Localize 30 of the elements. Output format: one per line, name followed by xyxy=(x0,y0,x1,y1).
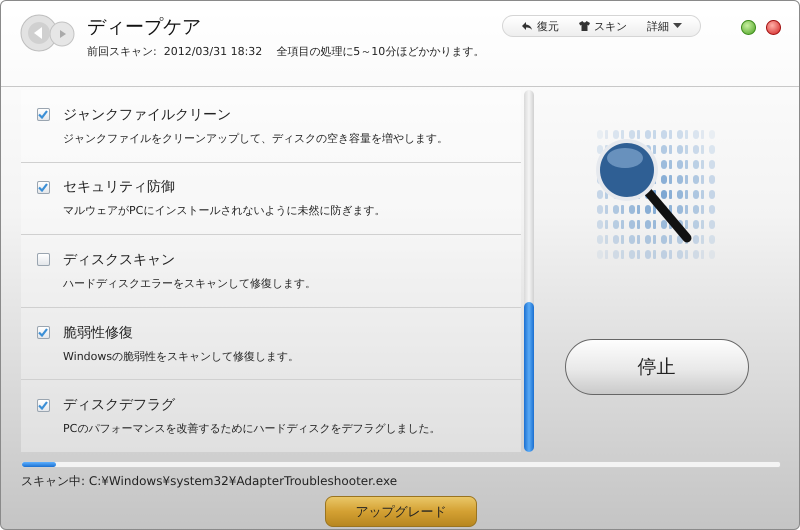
item-title: ディスクスキャン xyxy=(63,250,176,269)
checkbox[interactable] xyxy=(36,108,50,122)
item-title: 脆弱性修復 xyxy=(63,324,134,342)
scan-status-text: スキャン中: C:¥Windows¥system32¥AdapterTroubleshooter.exe xyxy=(21,473,398,490)
last-scan-text: 前回スキャン: 2012/03/31 18:32 全項目の処理に5～10分ほどかかります。 xyxy=(87,44,484,59)
checkbox[interactable] xyxy=(36,253,50,266)
item-title: ディスクデフラグ xyxy=(63,396,176,414)
item-title: セキュリティ防御 xyxy=(63,178,176,196)
checkbox[interactable] xyxy=(36,326,50,340)
stop-button[interactable]: 停止 xyxy=(564,339,748,395)
close-button[interactable] xyxy=(766,20,781,35)
item-title: ジャンクファイルクリーン xyxy=(63,106,232,124)
restore-button[interactable]: 復元 xyxy=(513,18,567,34)
item-description: マルウェアがPCにインストールされないように未然に防ぎます。 xyxy=(63,203,386,218)
shirt-icon xyxy=(579,21,590,31)
dropdown-caret-icon xyxy=(673,23,682,29)
item-description: ハードディスクエラーをスキャンして修復します。 xyxy=(63,276,317,291)
scrollbar[interactable] xyxy=(524,90,534,452)
undo-arrow-icon xyxy=(521,21,533,31)
checkbox[interactable] xyxy=(36,180,50,194)
item-description: PCのパフォーマンスを改善するためにハードディスクをデフラグしました。 xyxy=(63,421,442,436)
details-menu-button[interactable]: 詳細 xyxy=(639,18,690,34)
checkbox[interactable] xyxy=(36,398,50,412)
skin-button[interactable]: スキン xyxy=(571,18,635,34)
back-forward-icon[interactable] xyxy=(19,13,77,53)
window-title: ディープケア xyxy=(87,15,202,40)
minimize-button[interactable] xyxy=(741,20,756,35)
item-description: ジャンクファイルをクリーンアップして、ディスクの空き容量を増やします。 xyxy=(63,130,449,146)
upgrade-button[interactable]: アップグレード xyxy=(325,496,477,527)
item-description: Windowsの脆弱性をスキャンして修復します。 xyxy=(63,348,300,364)
